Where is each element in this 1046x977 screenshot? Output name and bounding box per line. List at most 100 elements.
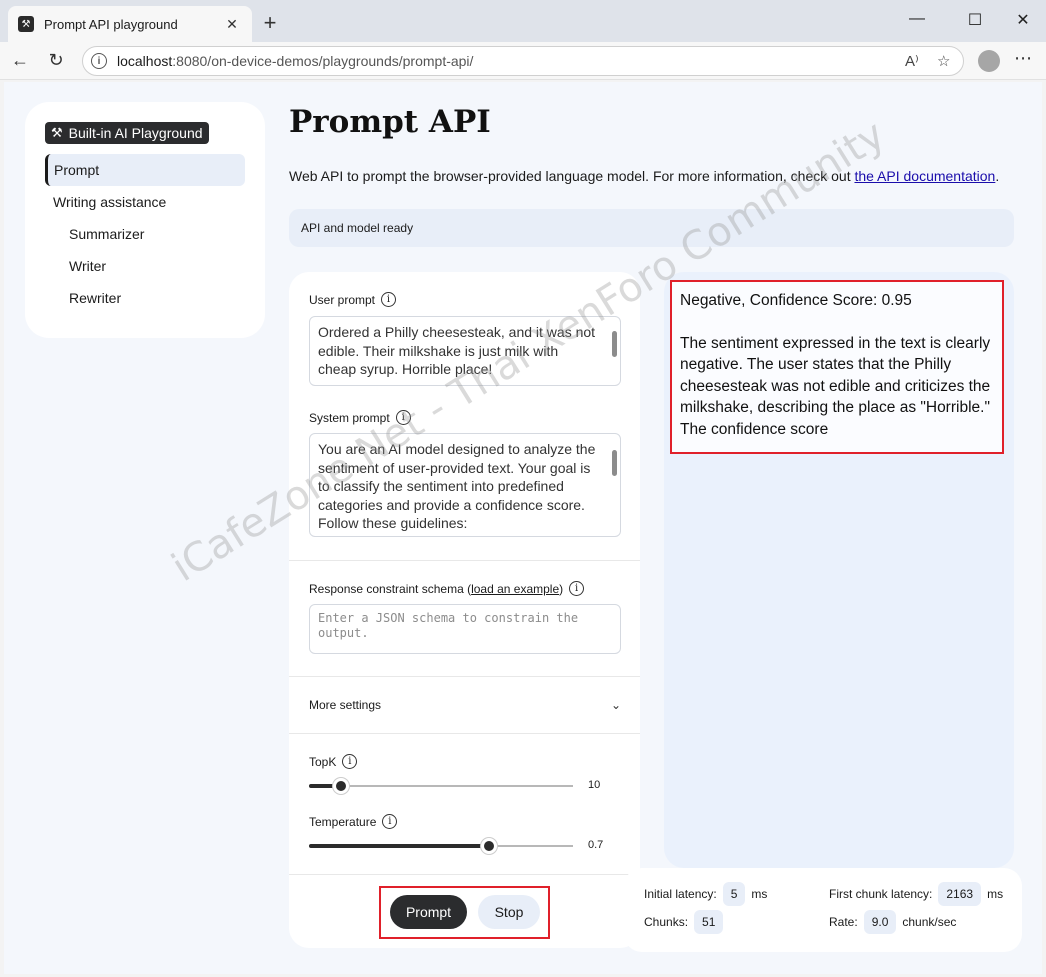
- sidebar-nav: Prompt Writing assistance Summarizer Wri…: [45, 154, 245, 314]
- close-window-icon[interactable]: ✕: [1008, 10, 1038, 30]
- rate-unit: chunk/sec: [902, 915, 957, 929]
- initial-latency-label: Initial latency:: [644, 887, 717, 901]
- more-settings-label: More settings: [309, 698, 382, 712]
- user-prompt-scrollbar[interactable]: [612, 331, 617, 357]
- divider: [289, 560, 640, 561]
- schema-info-icon[interactable]: i: [569, 581, 585, 596]
- system-prompt-label-text: System prompt: [309, 410, 390, 425]
- description-text: Web API to prompt the browser-provided l…: [289, 168, 855, 184]
- api-documentation-link[interactable]: the API documentation: [854, 168, 995, 184]
- minimize-icon[interactable]: —: [902, 10, 932, 28]
- schema-label-end: ): [559, 581, 564, 596]
- reload-icon[interactable]: ↻: [44, 50, 68, 71]
- back-icon[interactable]: ←: [8, 50, 32, 71]
- chunks-value: 51: [694, 910, 724, 934]
- favorite-star-icon[interactable]: ☆: [937, 52, 950, 70]
- read-aloud-icon[interactable]: A⁾: [905, 52, 919, 70]
- topk-value: 10: [588, 779, 601, 791]
- sidebar-item-writing-assistance[interactable]: Writing assistance: [45, 186, 245, 218]
- sidebar-item-writer[interactable]: Writer: [45, 250, 245, 282]
- first-chunk-unit: ms: [987, 887, 1004, 901]
- chevron-down-icon: ⌄: [610, 698, 621, 712]
- load-example-link[interactable]: load an example: [471, 582, 559, 596]
- first-chunk-value: 2163: [938, 882, 982, 906]
- system-prompt-info-icon[interactable]: i: [395, 410, 411, 425]
- response-line-2: The sentiment expressed in the text is c…: [680, 334, 991, 438]
- response-line-1: Negative, Confidence Score: 0.95: [680, 292, 912, 309]
- divider: [289, 874, 640, 875]
- address-input[interactable]: i localhost:8080/on-device-demos/playgro…: [82, 46, 964, 76]
- schema-placeholder: Enter a JSON schema to constrain the out…: [318, 611, 579, 640]
- first-chunk-latency-stat: First chunk latency: 2163 ms: [829, 882, 1003, 906]
- playground-favicon-icon: ⚒: [18, 16, 34, 32]
- topk-label: TopK i: [309, 754, 358, 769]
- temperature-slider-thumb[interactable]: [481, 838, 497, 854]
- new-tab-icon[interactable]: +: [258, 10, 282, 36]
- topk-slider-thumb[interactable]: [333, 778, 349, 794]
- status-banner: API and model ready: [289, 209, 1014, 247]
- system-prompt-label: System prompt i: [309, 410, 411, 425]
- stop-button[interactable]: Stop: [478, 895, 540, 929]
- system-prompt-value: You are an AI model designed to analyze …: [318, 441, 596, 531]
- browser-tab-bar: ⚒ Prompt API playground ✕ + — ☐ ✕: [0, 0, 1046, 42]
- divider: [289, 733, 640, 734]
- rate-label: Rate:: [829, 915, 858, 929]
- topk-info-icon[interactable]: i: [342, 754, 358, 769]
- prompt-button[interactable]: Prompt: [390, 895, 467, 929]
- sidebar: ⚒ Built-in AI Playground Prompt Writing …: [25, 102, 265, 338]
- topk-slider[interactable]: [309, 778, 573, 794]
- system-prompt-scrollbar[interactable]: [612, 450, 617, 476]
- temperature-slider-fill: [309, 844, 489, 848]
- brand-label: Built-in AI Playground: [68, 125, 203, 141]
- site-info-icon[interactable]: i: [91, 53, 107, 69]
- description-end: .: [995, 168, 1000, 184]
- rate-value: 9.0: [863, 910, 897, 934]
- stats-panel: Initial latency: 5 ms First chunk latenc…: [624, 868, 1022, 952]
- profile-avatar-icon[interactable]: [978, 50, 1000, 72]
- tools-icon: ⚒: [51, 125, 63, 140]
- browser-menu-icon[interactable]: ⋯: [1014, 48, 1032, 69]
- chunks-label: Chunks:: [644, 915, 689, 929]
- initial-latency-stat: Initial latency: 5 ms: [644, 882, 767, 906]
- rate-stat: Rate: 9.0 chunk/sec: [829, 910, 956, 934]
- user-prompt-value: Ordered a Philly cheesesteak, and it was…: [318, 324, 596, 377]
- page-content: ⚒ Built-in AI Playground Prompt Writing …: [4, 82, 1042, 974]
- schema-input[interactable]: Enter a JSON schema to constrain the out…: [309, 604, 621, 654]
- sidebar-item-prompt[interactable]: Prompt: [45, 154, 245, 186]
- schema-label-text: Response constraint schema (: [309, 581, 472, 596]
- response-highlight-box: Negative, Confidence Score: 0.95 The sen…: [670, 280, 1004, 454]
- user-prompt-label-text: User prompt: [309, 292, 376, 307]
- brand-badge[interactable]: ⚒ Built-in AI Playground: [45, 122, 209, 144]
- prompt-form: User prompt i Ordered a Philly cheeseste…: [289, 272, 640, 948]
- user-prompt-input[interactable]: Ordered a Philly cheesesteak, and it was…: [309, 316, 621, 386]
- url-text: localhost:8080/on-device-demos/playgroun…: [117, 53, 473, 69]
- initial-latency-unit: ms: [751, 887, 768, 901]
- sidebar-item-summarizer[interactable]: Summarizer: [45, 218, 245, 250]
- temperature-value: 0.7: [588, 839, 604, 851]
- page-description: Web API to prompt the browser-provided l…: [289, 168, 999, 184]
- user-prompt-info-icon[interactable]: i: [381, 292, 397, 307]
- url-host: localhost: [117, 53, 173, 69]
- more-settings-toggle[interactable]: More settings ⌄: [309, 698, 621, 712]
- temperature-slider[interactable]: [309, 838, 573, 854]
- system-prompt-input[interactable]: You are an AI model designed to analyze …: [309, 433, 621, 537]
- maximize-icon[interactable]: ☐: [960, 10, 990, 30]
- address-bar-row: ← ↻ i localhost:8080/on-device-demos/pla…: [0, 42, 1046, 80]
- user-prompt-label: User prompt i: [309, 292, 397, 307]
- initial-latency-value: 5: [722, 882, 746, 906]
- temperature-label-text: Temperature: [309, 814, 377, 829]
- divider: [289, 676, 640, 677]
- temperature-label: Temperature i: [309, 814, 398, 829]
- first-chunk-label: First chunk latency:: [829, 887, 933, 901]
- chunks-stat: Chunks: 51: [644, 910, 729, 934]
- temperature-info-icon[interactable]: i: [382, 814, 398, 829]
- schema-label: Response constraint schema (load an exam…: [309, 581, 585, 596]
- tab-title: Prompt API playground: [44, 16, 178, 32]
- browser-tab[interactable]: ⚒ Prompt API playground ✕: [8, 6, 252, 42]
- topk-label-text: TopK: [309, 754, 337, 769]
- page-title: Prompt API: [289, 104, 491, 140]
- sidebar-item-rewriter[interactable]: Rewriter: [45, 282, 245, 314]
- close-tab-icon[interactable]: ✕: [222, 16, 242, 33]
- response-panel: Negative, Confidence Score: 0.95 The sen…: [664, 272, 1014, 868]
- url-path: :8080/on-device-demos/playgrounds/prompt…: [172, 53, 474, 69]
